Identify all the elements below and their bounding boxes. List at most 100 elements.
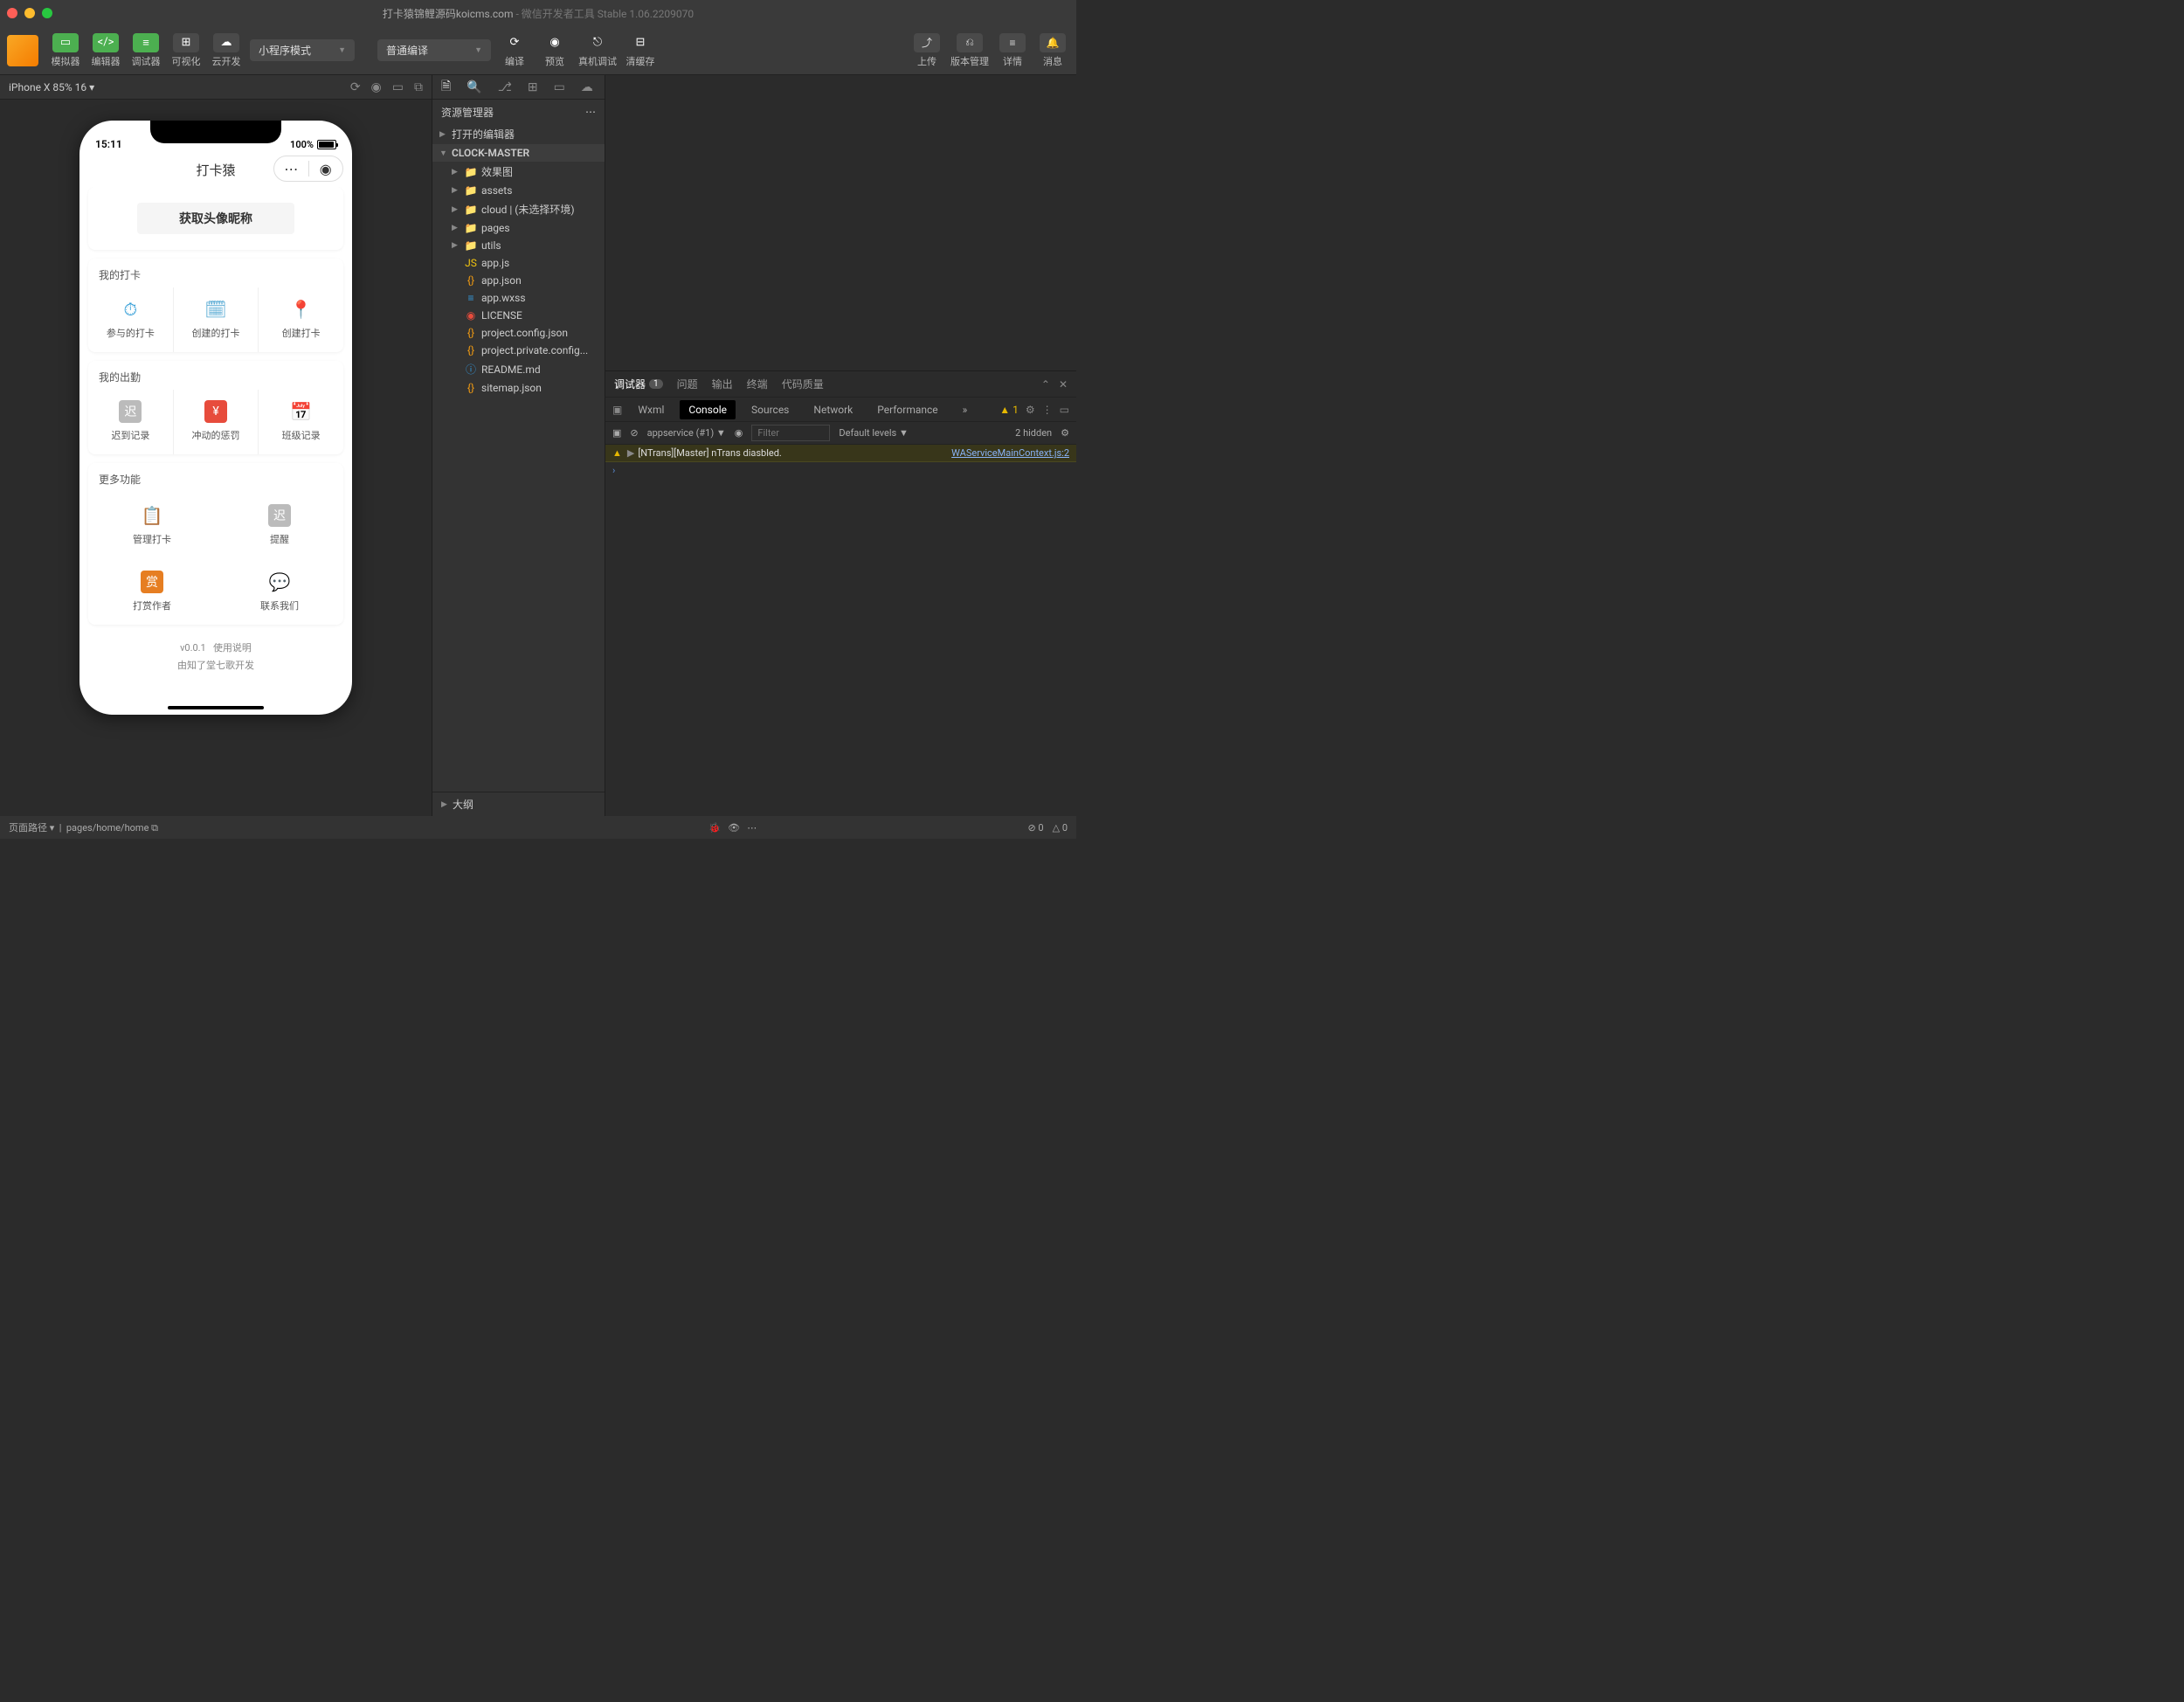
- tree-file[interactable]: {}sitemap.json: [432, 379, 605, 397]
- tree-file[interactable]: {}app.json: [432, 272, 605, 289]
- close-window-button[interactable]: [7, 8, 17, 18]
- error-count[interactable]: ⊘ 0: [1027, 822, 1043, 834]
- simulator-toggle[interactable]: ▭模拟器: [49, 33, 82, 68]
- tree-folder[interactable]: ▶📁cloud | (未选择环境): [432, 199, 605, 219]
- record-icon[interactable]: ◉: [371, 80, 382, 94]
- files-tab-icon[interactable]: 🗎: [438, 75, 454, 100]
- grid-cell[interactable]: ¥冲动的惩罚: [174, 390, 259, 454]
- branch-tab-icon[interactable]: ⎇: [494, 79, 515, 96]
- more-tabs-icon[interactable]: »: [954, 400, 977, 419]
- tree-file[interactable]: ≡app.wxss: [432, 289, 605, 307]
- problems-tab[interactable]: 问题: [677, 377, 698, 391]
- get-avatar-button[interactable]: 获取头像昵称: [137, 203, 294, 234]
- tree-folder[interactable]: ▶📁assets: [432, 182, 605, 199]
- grid-cell[interactable]: 📋管理打卡: [88, 492, 216, 558]
- debugger-tab[interactable]: 调试器1: [614, 377, 663, 391]
- dock-icon[interactable]: ▭: [1060, 404, 1069, 416]
- grid-cell[interactable]: 📅班级记录: [259, 390, 343, 454]
- device-info[interactable]: iPhone X 85% 16 ▾: [9, 81, 94, 93]
- message-button[interactable]: 🔔消息: [1036, 33, 1069, 68]
- settings-gear-icon[interactable]: ⚙: [1061, 427, 1069, 439]
- settings-icon[interactable]: ⚙: [1026, 404, 1035, 416]
- cloud-tab-icon[interactable]: ☁: [577, 79, 597, 96]
- remote-debug-button[interactable]: ⎋真机调试: [578, 33, 617, 68]
- panel-collapse-icon[interactable]: ⌃: [1041, 378, 1050, 391]
- project-avatar[interactable]: [7, 35, 38, 66]
- panel-close-icon[interactable]: ✕: [1059, 378, 1068, 391]
- editor-toggle[interactable]: </>编辑器: [89, 33, 122, 68]
- rotate-icon[interactable]: ▭: [392, 80, 404, 94]
- refresh-icon[interactable]: ⟳: [350, 80, 361, 94]
- visualize-button[interactable]: ⊞可视化: [169, 33, 203, 68]
- debugger-toggle[interactable]: ≡调试器: [129, 33, 162, 68]
- log-source-link[interactable]: WAServiceMainContext.js:2: [951, 447, 1069, 459]
- tree-folder[interactable]: ▶📁pages: [432, 219, 605, 237]
- bug-icon[interactable]: 🐞: [708, 822, 721, 834]
- terminal-tab[interactable]: 终端: [747, 377, 768, 391]
- ext-tab-icon[interactable]: ⊞: [524, 79, 542, 96]
- maximize-window-button[interactable]: [42, 8, 52, 18]
- preview-button[interactable]: ◉预览: [538, 33, 571, 68]
- warning-count-badge[interactable]: ▲ 1: [999, 404, 1019, 416]
- grid-cell[interactable]: 📍创建打卡: [259, 287, 343, 352]
- grid-cell[interactable]: 迟迟到记录: [88, 390, 174, 454]
- levels-select[interactable]: Default levels ▼: [839, 427, 908, 439]
- more-icon[interactable]: ⋯: [747, 822, 757, 834]
- file-icon: {}: [464, 344, 478, 356]
- filter-input[interactable]: [751, 425, 830, 441]
- grid-cell[interactable]: 💬联系我们: [216, 558, 343, 625]
- tree-file[interactable]: ◉LICENSE: [432, 307, 605, 324]
- status-time: 15:11: [95, 138, 122, 150]
- capsule-more-button[interactable]: ⋯: [274, 161, 308, 177]
- hidden-count[interactable]: 2 hidden: [1015, 427, 1052, 439]
- eye-icon[interactable]: 👁: [728, 822, 740, 834]
- page-path[interactable]: pages/home/home: [66, 822, 149, 834]
- minimize-window-button[interactable]: [24, 8, 35, 18]
- compile-select[interactable]: 普通编译▼: [377, 39, 491, 61]
- network-tab[interactable]: Network: [805, 400, 861, 419]
- cell-icon: 📋: [141, 504, 163, 527]
- tree-folder[interactable]: ▶📁utils: [432, 237, 605, 254]
- cloud-dev-button[interactable]: ☁云开发: [210, 33, 243, 68]
- copy-path-icon[interactable]: ⧉: [151, 822, 158, 834]
- console-tab[interactable]: Console: [680, 400, 736, 419]
- upload-button[interactable]: ⤴上传: [910, 33, 943, 68]
- grid-cell[interactable]: 赏打赏作者: [88, 558, 216, 625]
- eye-icon[interactable]: ◉: [735, 427, 743, 439]
- grid-cell[interactable]: ⏱参与的打卡: [88, 287, 174, 352]
- capsule-close-button[interactable]: ◉: [309, 161, 343, 177]
- project-root[interactable]: ▼CLOCK-MASTER: [432, 144, 605, 162]
- detail-button[interactable]: ≡详情: [996, 33, 1029, 68]
- version-button[interactable]: ⎌版本管理: [950, 33, 989, 68]
- kebab-icon[interactable]: ⋮: [1042, 404, 1053, 416]
- tree-file[interactable]: JSapp.js: [432, 254, 605, 272]
- tree-item-label: cloud | (未选择环境): [481, 202, 575, 217]
- grid-cell[interactable]: 🗓创建的打卡: [174, 287, 259, 352]
- compile-button[interactable]: ⟳编译: [498, 33, 531, 68]
- output-tab[interactable]: 输出: [712, 377, 733, 391]
- mode-select[interactable]: 小程序模式▼: [250, 39, 355, 61]
- toggle-sidebar-icon[interactable]: ▣: [612, 427, 621, 439]
- clear-cache-button[interactable]: ⊟清缓存: [624, 33, 657, 68]
- context-select[interactable]: appservice (#1) ▼: [647, 427, 726, 439]
- tree-file[interactable]: {}project.config.json: [432, 324, 605, 342]
- open-editors-section[interactable]: ▶打开的编辑器: [432, 124, 605, 144]
- tree-file[interactable]: ⓘREADME.md: [432, 359, 605, 379]
- tree-folder[interactable]: ▶📁效果图: [432, 162, 605, 182]
- inspect-icon[interactable]: ▣: [612, 404, 622, 416]
- log-entry[interactable]: ▲ ▶ [NTrans][Master] nTrans diasbled. WA…: [605, 445, 1076, 462]
- clear-console-icon[interactable]: ⊘: [630, 427, 638, 439]
- explorer-more-icon[interactable]: ⋯: [585, 106, 596, 118]
- warn-count[interactable]: △ 0: [1053, 822, 1068, 834]
- performance-tab[interactable]: Performance: [868, 400, 946, 419]
- sources-tab[interactable]: Sources: [743, 400, 798, 419]
- wxml-tab[interactable]: Wxml: [629, 400, 673, 419]
- build-tab-icon[interactable]: ▭: [550, 79, 569, 96]
- outline-section[interactable]: ▶ 大纲: [432, 792, 605, 816]
- grid-cell[interactable]: 迟提醒: [216, 492, 343, 558]
- search-tab-icon[interactable]: 🔍: [463, 79, 485, 96]
- tree-file[interactable]: {}project.private.config...: [432, 342, 605, 359]
- console-prompt[interactable]: ›: [605, 462, 1076, 479]
- multi-window-icon[interactable]: ⧉: [414, 80, 423, 94]
- quality-tab[interactable]: 代码质量: [782, 377, 824, 391]
